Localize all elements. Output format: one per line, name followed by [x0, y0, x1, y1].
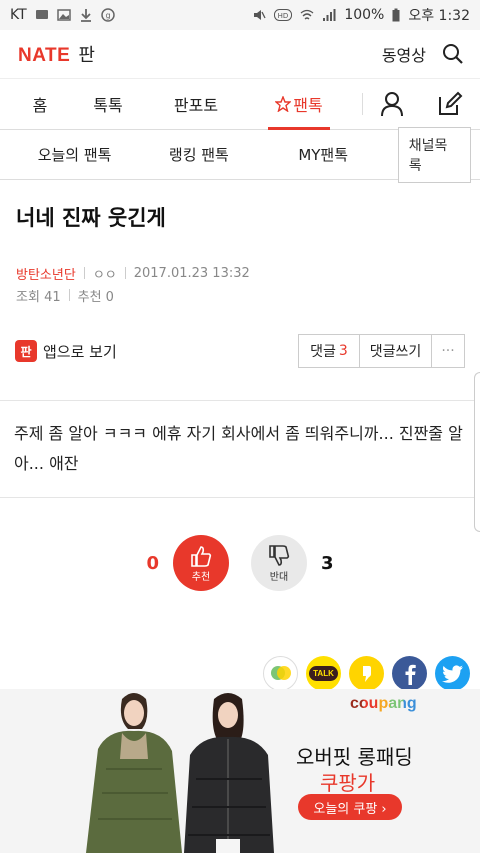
meta-row-stats: 조회 41 추천 0: [16, 284, 464, 306]
views-stat: 조회 41: [16, 286, 61, 305]
downvote-label: 반대: [269, 571, 289, 583]
app-header: NATE 판 동영상: [0, 30, 480, 78]
ad-headline: 오버핏 롱패딩: [296, 745, 413, 769]
meta-divider: [68, 289, 70, 301]
comments-button[interactable]: 댓글 3: [299, 335, 360, 367]
views-count: 41: [44, 289, 61, 305]
app-view-label: 앱으로 보기: [43, 342, 117, 361]
user-icon: [381, 92, 403, 117]
hd-icon: HD: [274, 9, 293, 21]
write-button[interactable]: [421, 79, 479, 129]
svg-text:HD: HD: [278, 12, 289, 20]
upvote-count: 0: [146, 552, 159, 574]
thumbs-up-icon: [191, 545, 212, 567]
sub-nav: 오늘의 팬톡 랭킹 팬톡 MY팬톡 채널목록: [0, 126, 480, 183]
g-circle-icon: g: [100, 8, 115, 22]
kakao-page-icon: [362, 665, 371, 682]
upvote-label: 추천: [191, 571, 211, 583]
app-view-button[interactable]: 판 앱으로 보기: [15, 340, 117, 362]
star-icon: [275, 96, 292, 112]
tab-home[interactable]: 홈: [0, 79, 80, 129]
meta-divider: [124, 267, 126, 279]
author-name: ㅇㅇ: [92, 267, 117, 283]
meta-divider: [83, 267, 85, 279]
ad-brand-text: coupang: [350, 695, 417, 712]
message-icon: [35, 10, 48, 19]
facebook-icon: [405, 664, 416, 685]
search-icon[interactable]: [442, 43, 464, 65]
status-right: HD 100% 오후 1:32: [252, 5, 470, 25]
vote-section: 0 추천 반대 3: [0, 498, 480, 628]
article-meta: 방탄소년단 ㅇㅇ 2017.01.23 13:32 조회 41 추천 0: [0, 262, 480, 306]
kakao-story-share-button[interactable]: [263, 656, 298, 691]
comments-count: 3: [338, 343, 348, 359]
tab-toktok[interactable]: 톡톡: [80, 79, 136, 129]
profile-button[interactable]: [363, 79, 421, 129]
svg-text:g: g: [105, 11, 110, 20]
clock: 오후 1:32: [408, 8, 470, 24]
logo-brand: NATE: [18, 45, 71, 66]
side-drawer-handle[interactable]: [474, 372, 480, 532]
battery-percent: 100%: [344, 7, 385, 23]
header-actions: 동영상: [382, 42, 464, 66]
upvote-button[interactable]: 추천: [173, 535, 229, 591]
app-badge-icon: 판: [15, 340, 37, 362]
tab-panphoto[interactable]: 판포토: [136, 79, 256, 129]
article-title: 너네 진짜 웃긴게: [16, 206, 166, 230]
twitter-share-button[interactable]: [435, 656, 470, 691]
thumbs-down-icon: [269, 544, 290, 566]
article-body: 주제 좀 알아 ㅋㅋㅋ 에휴 자기 회사에서 좀 띄워주니까... 진짠줄 알아…: [14, 424, 463, 473]
write-comment-button[interactable]: 댓글쓰기: [360, 335, 432, 367]
facebook-share-button[interactable]: [392, 656, 427, 691]
edit-icon: [439, 91, 463, 115]
share-bar: TALK: [0, 656, 480, 691]
downvote-button[interactable]: 반대: [251, 535, 307, 591]
tab-fantalk[interactable]: 팬톡: [268, 79, 330, 130]
downvote-count: 3: [321, 552, 334, 574]
channel-list-button[interactable]: 채널목록: [397, 126, 471, 183]
ad-banner[interactable]: coupang 오버핏 롱패딩 쿠팡가 오늘의 쿠팡 ›: [0, 689, 480, 853]
kakao-page-share-button[interactable]: [349, 656, 384, 691]
ad-subheadline: 쿠팡가: [320, 771, 376, 795]
recommend-stat: 추천 0: [78, 286, 114, 305]
download-icon: [80, 9, 91, 22]
ad-model-right: [184, 693, 274, 853]
logo-service: 판: [78, 45, 95, 66]
twitter-bird-icon: [441, 664, 463, 683]
ad-brand-logo: coupang: [350, 695, 417, 713]
recommend-count: 0: [105, 289, 114, 305]
status-bar: KT g HD 100% 오후 1:32: [0, 0, 480, 30]
meta-row-top: 방탄소년단 ㅇㅇ 2017.01.23 13:32: [16, 262, 464, 284]
kakao-talk-icon: TALK: [309, 666, 338, 681]
recommend-label: 추천: [77, 289, 102, 305]
status-left: KT g: [10, 7, 115, 23]
tab-fantalk-label: 팬톡: [293, 96, 323, 115]
mute-icon: [254, 10, 266, 20]
subnav-ranking[interactable]: 랭킹 팬톡: [149, 144, 248, 165]
article: 너네 진짜 웃긴게 방탄소년단 ㅇㅇ 2017.01.23 13:32 조회 4…: [0, 180, 480, 691]
post-date: 2017.01.23 13:32: [133, 265, 250, 281]
logo[interactable]: NATE 판: [18, 41, 95, 67]
image-icon: [56, 9, 71, 21]
kakao-story-icon: [270, 665, 291, 680]
carrier-label: KT: [10, 7, 27, 23]
kakao-talk-share-button[interactable]: TALK: [306, 656, 341, 691]
channel-link[interactable]: 방탄소년단: [16, 264, 76, 283]
main-nav: 홈 톡톡 판포토 팬톡: [0, 78, 480, 130]
ad-cta-button[interactable]: 오늘의 쿠팡 ›: [298, 794, 402, 820]
views-label: 조회: [16, 289, 40, 305]
comment-button-group: 댓글 3 댓글쓰기 ···: [298, 334, 465, 368]
subnav-today[interactable]: 오늘의 팬톡: [0, 144, 149, 165]
comments-label: 댓글: [310, 344, 336, 360]
more-button[interactable]: ···: [432, 335, 464, 367]
battery-icon: [392, 8, 400, 22]
article-actions: 판 앱으로 보기 댓글 3 댓글쓰기 ···: [0, 334, 480, 368]
ad-model-left: [86, 693, 182, 853]
signal-icon: [323, 9, 336, 21]
video-link[interactable]: 동영상: [382, 42, 426, 66]
wifi-icon: [300, 9, 314, 20]
subnav-my[interactable]: MY팬톡: [249, 144, 398, 165]
